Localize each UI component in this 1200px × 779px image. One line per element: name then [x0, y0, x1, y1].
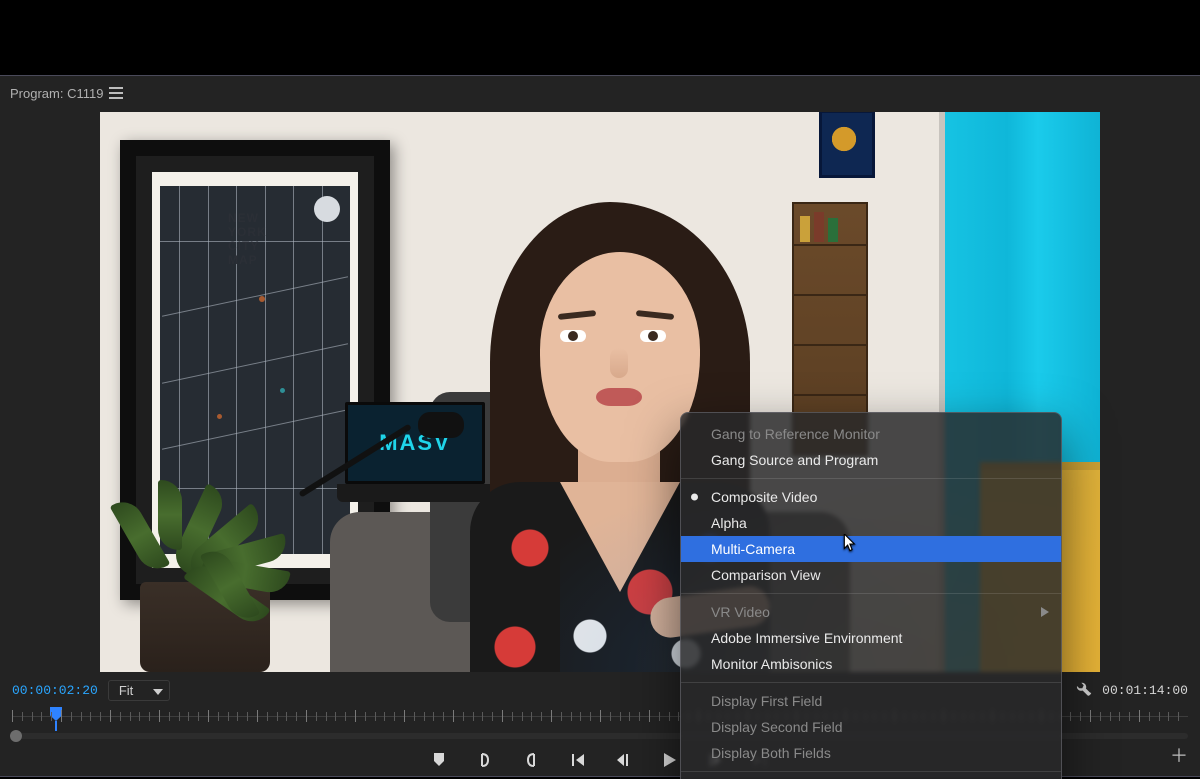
letterbox-top — [0, 0, 1200, 75]
menu-item-display-first-field: Display First Field — [681, 688, 1061, 714]
menu-item-monitor-ambisonics[interactable]: Monitor Ambisonics — [681, 651, 1061, 677]
step-back-button[interactable] — [613, 750, 633, 770]
menu-item-vr-video: VR Video — [681, 599, 1061, 625]
button-editor-plus-icon[interactable]: ＋ — [1170, 742, 1188, 768]
program-monitor-panel: Program: C1119 — [0, 75, 1200, 777]
menu-item-display-both-fields: Display Both Fields — [681, 740, 1061, 766]
menu-item-adobe-immersive-environment[interactable]: Adobe Immersive Environment — [681, 625, 1061, 651]
menu-item-comparison-view[interactable]: Comparison View — [681, 562, 1061, 588]
go-to-in-button[interactable] — [567, 750, 587, 770]
menu-item-display-second-field: Display Second Field — [681, 714, 1061, 740]
mark-in-button[interactable] — [475, 750, 495, 770]
zoom-label: Fit — [119, 683, 133, 698]
panel-header[interactable]: Program: C1119 — [0, 76, 1200, 108]
menu-item-gang-to-reference-monitor: Gang to Reference Monitor — [681, 421, 1061, 447]
add-marker-button[interactable] — [429, 750, 449, 770]
panel-title-prefix: Program: — [10, 86, 63, 101]
panel-sequence-name: C1119 — [67, 86, 103, 101]
duration-timecode: 00:01:14:00 — [1102, 683, 1188, 698]
menu-item-gang-source-and-program[interactable]: Gang Source and Program — [681, 447, 1061, 473]
poster-text: NEW YORK CITY MAP — [228, 211, 268, 267]
menu-item-alpha[interactable]: Alpha — [681, 510, 1061, 536]
program-monitor-context-menu[interactable]: Gang to Reference MonitorGang Source and… — [680, 412, 1062, 779]
play-button[interactable] — [659, 750, 679, 770]
menu-item-multi-camera[interactable]: Multi-Camera — [681, 536, 1061, 562]
settings-wrench-icon[interactable] — [1076, 681, 1092, 700]
mark-out-button[interactable] — [521, 750, 541, 770]
panel-menu-icon[interactable] — [109, 87, 123, 99]
chevron-down-icon — [153, 683, 163, 698]
zoom-dropdown[interactable]: Fit — [108, 680, 170, 701]
menu-item-composite-video[interactable]: Composite Video — [681, 484, 1061, 510]
current-timecode[interactable]: 00:00:02:20 — [12, 683, 98, 698]
